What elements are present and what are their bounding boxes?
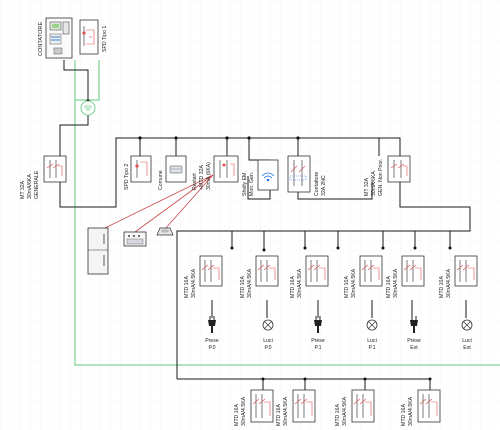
breaker-rating: MTD 16A — [335, 404, 341, 426]
breaker-rating: MTD 10A — [439, 276, 445, 298]
mt-nonprior-line3: GEN. Non Prior. — [378, 159, 384, 196]
breaker-spec: 30mA/4.5KA — [191, 268, 197, 298]
comune-label: Comune — [158, 170, 164, 190]
circuit-name: Luci — [367, 338, 377, 344]
restart-line1: Restart — [192, 173, 198, 190]
circuit-name: Prese — [407, 338, 421, 344]
breaker-rating: MTD 16A — [276, 404, 282, 426]
mt-generale-line3: GENERALE — [34, 170, 40, 199]
circuit-floor: Ext — [463, 345, 471, 351]
breaker-spec: 30mA/4.5KA — [351, 268, 357, 298]
breaker-spec: 30mA/4.5KA — [446, 268, 452, 298]
circuit-name: Luci — [263, 338, 273, 344]
breaker-rating: MTD 16A — [290, 276, 296, 298]
breaker-rating: MTD 10A — [240, 276, 246, 298]
circuit-floor: P.0 — [208, 345, 215, 351]
restart-line2: +MTD 32A — [199, 165, 205, 190]
breaker-spec: 30mA/4.5KA — [393, 268, 399, 298]
appliance-hob[interactable] — [156, 227, 174, 236]
breaker-spec: 30mA/4.5KA — [342, 396, 348, 426]
breaker-spec: 30mA/4.5KA — [241, 396, 247, 426]
breaker-spec: 30mA/4.5KA — [247, 268, 253, 298]
shelly-line1: Shelly EM — [242, 173, 248, 196]
spd2-label: SPD Tipo 2 — [124, 164, 130, 190]
breaker-rating: MTD 16A — [386, 276, 392, 298]
breaker-spec: 30mA/4.5KA — [283, 396, 289, 426]
breaker-rating: MTD 16A — [184, 276, 190, 298]
contatore-meter[interactable]: CONTATORE — [38, 17, 73, 59]
breaker-rating: MTD 16A — [234, 404, 240, 426]
mt-generale-line1: MT 32A — [20, 180, 26, 199]
circuit-name: Prese — [311, 338, 325, 344]
appliance-fridge[interactable] — [87, 227, 109, 275]
circuit-floor: P.0 — [264, 345, 271, 351]
breaker-rating: MTD 16A — [401, 404, 407, 426]
circuit-floor: Ext — [410, 345, 418, 351]
lamp-icon — [366, 319, 378, 331]
appliance-oven[interactable] — [123, 231, 147, 247]
contatore-title: CONTATORE — [38, 22, 44, 56]
spd1-label: SPD Tipo 1 — [102, 26, 108, 52]
circuit-floor: P.1 — [368, 345, 375, 351]
contattore-line1: Contattore — [314, 172, 320, 196]
circuit-floor: P.1 — [314, 345, 321, 351]
contattore-line2: 32A 2NC — [321, 175, 327, 196]
restart-line3: 30mA (6KA) — [206, 162, 212, 190]
mt-nonprior-line1: MT 32A — [364, 177, 370, 196]
shelly-line2: Mon. Gen. — [249, 172, 255, 196]
circuit-name: Prese — [205, 338, 219, 344]
mt-nonprior-line2: 30mA/6KA — [371, 171, 377, 196]
breaker-spec: 30mA/4.5KA — [297, 268, 303, 298]
appliance-icon — [169, 165, 183, 174]
earth-terminal-icon — [80, 100, 96, 116]
breaker-spec: 30mA/4.5KA — [408, 396, 414, 426]
breaker-rating: MTD 10A — [344, 276, 350, 298]
wiring-diagram-canvas[interactable]: CONTATORE SPD Tipo 1 MT 32A 30mA/6KA GEN… — [0, 0, 500, 430]
mt-generale-line2: 30mA/6KA — [27, 174, 33, 199]
lamp-icon — [262, 319, 274, 331]
lamp-icon — [461, 319, 473, 331]
circuit-name: Luci — [462, 338, 472, 344]
